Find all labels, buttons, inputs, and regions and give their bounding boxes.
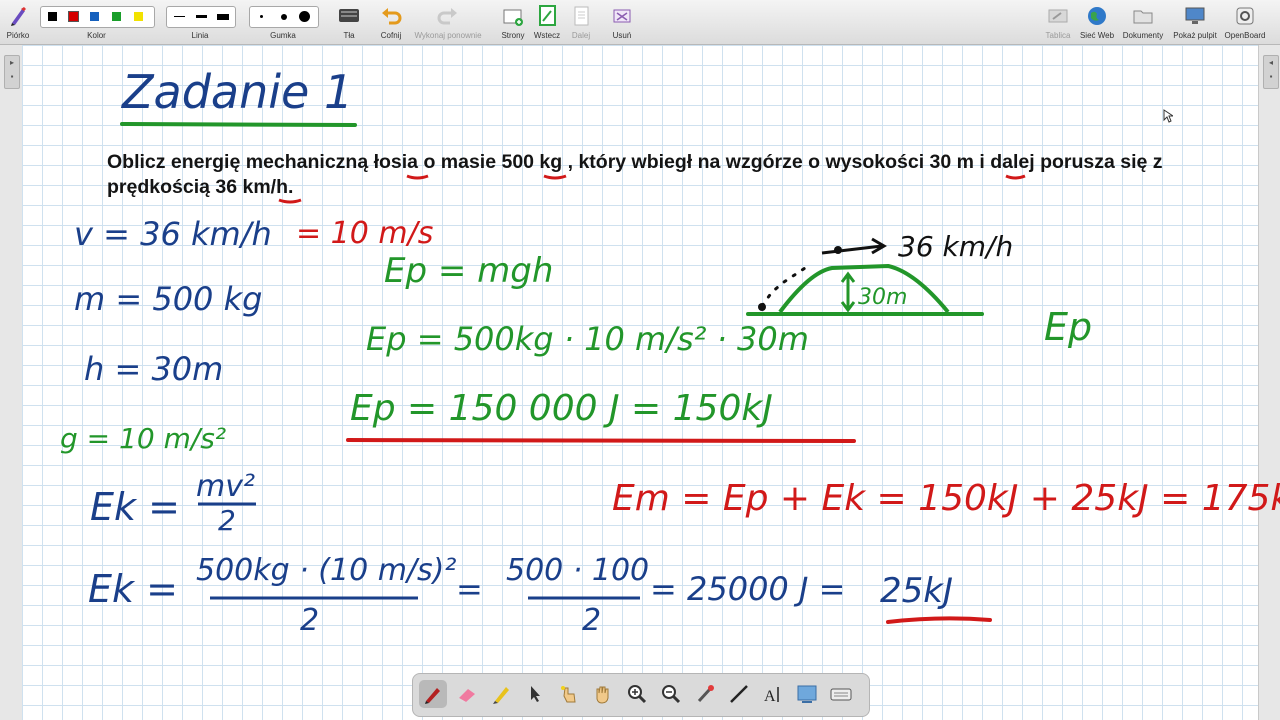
monitor-icon <box>1185 7 1205 24</box>
pen-label: Piórko <box>6 31 30 40</box>
right-sidebar[interactable]: ◂ ▪ <box>1258 45 1280 720</box>
openboard-label: OpenBoard <box>1224 31 1266 40</box>
eraser-large[interactable] <box>299 11 310 22</box>
color-swatch-green[interactable] <box>112 12 121 21</box>
previous-page-icon <box>539 5 556 26</box>
mouse-cursor-icon <box>1163 109 1173 123</box>
board-icon <box>1048 9 1068 23</box>
left-sidebar-toggle[interactable]: ▸ ▪ <box>4 55 20 89</box>
keyboard-tool[interactable] <box>827 680 855 708</box>
hand-icon <box>596 686 609 704</box>
line-thin[interactable] <box>174 16 185 17</box>
right-sidebar-toggle[interactable]: ◂ ▪ <box>1263 55 1279 89</box>
hand-tool[interactable] <box>589 680 617 708</box>
zoom-out-icon <box>662 685 681 704</box>
delete-label: Usuń <box>612 31 632 40</box>
pen-icon <box>11 7 26 26</box>
eraser-icon <box>458 689 475 703</box>
gear-icon <box>1236 7 1254 25</box>
highlighter-icon <box>493 687 509 704</box>
show-desktop-label: Pokaż pulpit <box>1173 31 1217 40</box>
pointing-hand-icon <box>561 686 576 703</box>
svg-text:A: A <box>764 688 776 705</box>
redo-icon <box>437 8 457 25</box>
redo-label: Wykonaj ponownie <box>414 31 482 40</box>
eraser-label: Gumka <box>270 31 296 40</box>
undo-label: Cofnij <box>380 31 402 40</box>
keyboard-icon <box>830 688 852 701</box>
color-swatch-yellow[interactable] <box>134 12 143 21</box>
color-swatch-red[interactable] <box>68 11 79 22</box>
zoom-in-icon <box>628 685 647 704</box>
pages-label: Strony <box>501 31 525 40</box>
documents-label: Dokumenty <box>1122 31 1164 40</box>
color-palette <box>40 6 155 28</box>
keyboard-grid-icon <box>339 9 359 22</box>
interact-tool[interactable] <box>555 680 583 708</box>
back-label: Wstecz <box>533 31 561 40</box>
laser-pointer-tool[interactable] <box>691 680 719 708</box>
next-label: Dalej <box>571 31 591 40</box>
capture-tool[interactable] <box>793 680 821 708</box>
zoom-in-tool[interactable] <box>623 680 651 708</box>
task-statement: Oblicz energię mechaniczną łosia o masie… <box>107 151 1163 198</box>
arrow-cursor-icon <box>531 686 540 702</box>
screen-capture-icon <box>797 685 817 703</box>
web-label: Sieć Web <box>1079 31 1115 40</box>
folder-icon <box>1133 10 1153 24</box>
marker-tool[interactable] <box>487 680 515 708</box>
line-icon <box>730 685 748 703</box>
next-page-icon <box>574 6 589 26</box>
eraser-small[interactable] <box>260 15 263 18</box>
line-width-group <box>166 6 236 28</box>
eraser-medium[interactable] <box>281 14 287 20</box>
line-medium[interactable] <box>196 15 207 18</box>
line-tool[interactable] <box>725 680 753 708</box>
pen-icon <box>425 688 440 704</box>
whiteboard-canvas[interactable] <box>22 45 1258 720</box>
line-label: Linia <box>191 31 209 40</box>
floating-tool-palette: A <box>412 673 870 717</box>
laser-pointer-icon <box>697 685 714 703</box>
zoom-out-tool[interactable] <box>657 680 685 708</box>
globe-icon <box>1088 7 1106 25</box>
eraser-size-group <box>249 6 319 28</box>
selector-tool[interactable] <box>521 680 549 708</box>
pen-tool[interactable] <box>419 680 447 708</box>
delete-page-icon <box>613 9 631 23</box>
backgrounds-label: Tła <box>343 31 355 40</box>
add-page-icon <box>503 9 523 26</box>
color-swatch-black[interactable] <box>48 12 57 21</box>
text-tool[interactable]: A <box>759 680 787 708</box>
board-label: Tablica <box>1045 31 1071 40</box>
color-label: Kolor <box>87 31 106 40</box>
eraser-tool[interactable] <box>453 680 481 708</box>
color-swatch-blue[interactable] <box>90 12 99 21</box>
line-thick[interactable] <box>217 14 229 20</box>
text-icon: A <box>764 687 779 705</box>
main-toolbar: Piórko Kolor Linia Gumka Tła Cofnij Wyko… <box>0 0 1280 45</box>
left-sidebar[interactable]: ▸ ▪ <box>0 45 23 720</box>
undo-icon <box>382 8 402 25</box>
